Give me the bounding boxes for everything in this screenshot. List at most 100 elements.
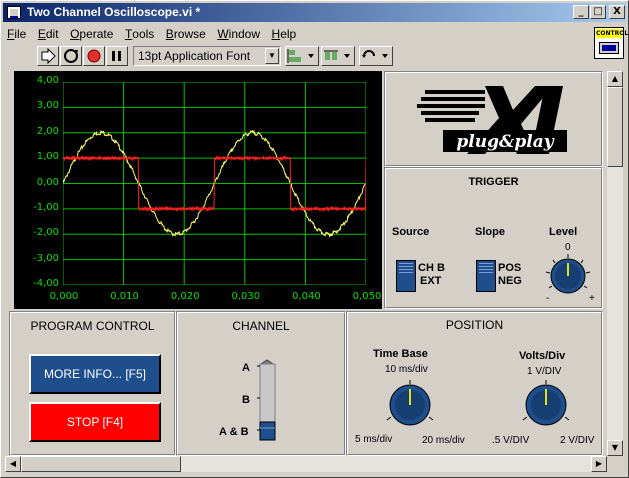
logo-text: plug&play <box>456 132 554 152</box>
menu-window[interactable]: Window <box>213 24 264 43</box>
channel-title: CHANNEL <box>232 319 290 333</box>
slope-switch[interactable] <box>476 260 496 292</box>
source-label: Source <box>392 226 430 238</box>
reorder-button[interactable] <box>359 46 393 66</box>
y-tick-label: -3,00 <box>33 252 59 264</box>
position-panel: POSITION Time Base 10 ms/div 5 ms/div 20… <box>346 311 603 456</box>
time-base-min: 5 ms/div <box>355 434 393 445</box>
title-bar[interactable]: Two Channel Oscilloscope.vi * _ □ X <box>3 3 626 22</box>
abort-button[interactable] <box>83 46 105 66</box>
y-tick-label: 0,00 <box>36 176 59 188</box>
chevron-down-icon[interactable]: ▼ <box>265 48 279 64</box>
close-button[interactable]: X <box>609 5 625 19</box>
labview-vi-icon[interactable] <box>7 6 21 19</box>
run-arrow-button[interactable] <box>37 46 59 66</box>
x-tick-label: 0,030 <box>231 291 261 302</box>
channel-panel: CHANNEL A B A & B <box>176 311 346 456</box>
channel-selector-slider[interactable] <box>257 358 281 442</box>
channel-option-a-and-b: A & B <box>219 426 249 438</box>
scroll-right-icon[interactable]: ▶ <box>591 456 607 472</box>
channel-option-b: B <box>242 394 250 406</box>
scroll-left-icon[interactable]: ◀ <box>5 456 21 472</box>
volts-div-max: 2 V/DIV <box>560 435 595 446</box>
maximize-button[interactable]: □ <box>590 5 606 19</box>
run-arrow-icon <box>41 47 56 65</box>
more-info-button[interactable]: MORE INFO... [F5] <box>29 354 161 394</box>
time-base-max: 20 ms/div <box>422 435 465 446</box>
front-panel: 4,00 3,00 2,00 1,00 0,00 -1,00 -2,00 -3,00 -4,00… <box>9 71 603 456</box>
distribute-objects-icon <box>324 50 350 60</box>
scroll-up-icon[interactable]: ▲ <box>607 71 623 87</box>
position-title: POSITION <box>445 318 504 332</box>
menu-browse[interactable]: Browse <box>162 24 210 43</box>
control-icon-label: CONTROL <box>596 29 629 38</box>
y-tick-label: 1,00 <box>36 151 59 163</box>
vertical-scrollbar[interactable]: ▲ ▼ <box>607 71 623 456</box>
horizontal-scrollbar[interactable]: ◀ ▶ <box>5 456 607 472</box>
menu-help[interactable]: Help <box>268 24 301 43</box>
menu-bar: File Edit Operate Tools Browse Window He… <box>3 24 588 44</box>
scroll-down-icon[interactable]: ▼ <box>607 440 623 456</box>
distribute-objects-button[interactable] <box>321 46 355 66</box>
run-continuously-button[interactable] <box>60 46 82 66</box>
font-dropdown[interactable]: 13pt Application Font ▼ <box>133 46 281 66</box>
volts-div-value: 1 V/DIV <box>527 366 562 377</box>
horizontal-scroll-thumb[interactable] <box>21 456 181 472</box>
align-objects-icon <box>287 49 314 63</box>
time-base-value: 10 ms/div <box>385 364 428 375</box>
y-tick-label: -4,00 <box>33 278 59 289</box>
time-base-label: Time Base <box>373 348 428 360</box>
trigger-panel: TRIGGER Source Slope Level CH B EXT POS … <box>384 167 603 309</box>
toolbar: 13pt Application Font ▼ <box>3 44 588 70</box>
level-label: Level <box>549 226 578 238</box>
menu-edit[interactable]: Edit <box>34 24 63 43</box>
reorder-icon <box>362 50 388 58</box>
abort-stop-icon <box>87 49 101 63</box>
font-dropdown-value: 13pt Application Font <box>138 49 251 63</box>
trigger-title: TRIGGER <box>468 176 519 188</box>
program-control-title: PROGRAM CONTROL <box>30 319 155 333</box>
y-tick-label: -1,00 <box>33 201 59 213</box>
x-tick-label: 0,010 <box>110 291 139 302</box>
vertical-scroll-thumb[interactable] <box>607 87 623 167</box>
time-base-knob[interactable] <box>383 378 437 430</box>
y-tick-label: -2,00 <box>33 227 59 239</box>
menu-operate[interactable]: Operate <box>66 24 117 43</box>
y-tick-label: 3,00 <box>36 100 59 112</box>
run-continuously-icon <box>64 49 78 63</box>
logo-panel: plug&play <box>384 71 603 167</box>
slope-label: Slope <box>475 226 505 238</box>
x-tick-label: 0,000 <box>49 291 79 302</box>
control-glyph-icon <box>599 42 619 54</box>
menu-tools[interactable]: Tools <box>121 24 158 43</box>
source-switch[interactable] <box>396 260 416 292</box>
level-knob[interactable] <box>543 252 593 298</box>
align-objects-button[interactable] <box>285 46 319 66</box>
slope-option-neg: NEG <box>498 275 522 287</box>
minimize-button[interactable]: _ <box>573 5 589 19</box>
volts-div-label: Volts/Div <box>519 350 566 362</box>
vi-connector-icon[interactable]: CONTROL <box>594 27 629 59</box>
x-tick-label: 0,040 <box>292 291 321 302</box>
volts-div-knob[interactable] <box>519 378 573 430</box>
x-tick-label: 0,050 <box>352 291 382 302</box>
plot-area[interactable] <box>63 82 366 285</box>
source-option-chb: CH B <box>418 262 445 274</box>
menu-file[interactable]: File <box>3 24 30 43</box>
pause-button[interactable] <box>106 46 128 66</box>
window-title: Two Channel Oscilloscope.vi * <box>27 5 201 19</box>
channel-option-a: A <box>242 362 250 374</box>
x-tick-label: 0,020 <box>170 291 200 302</box>
volts-div-min: .5 V/DIV <box>492 435 530 446</box>
program-control-panel: PROGRAM CONTROL MORE INFO... [F5] STOP [… <box>9 311 176 456</box>
waveform-graph[interactable]: 4,00 3,00 2,00 1,00 0,00 -1,00 -2,00 -3,00 -4,00… <box>14 71 382 309</box>
stop-button[interactable]: STOP [F4] <box>29 402 161 442</box>
source-option-ext: EXT <box>420 275 442 287</box>
slope-option-pos: POS <box>498 262 522 274</box>
y-tick-label: 2,00 <box>36 125 59 137</box>
scrollbar-corner <box>607 456 623 472</box>
vxi-plug-and-play-logo: plug&play <box>417 86 567 154</box>
vi-window: Two Channel Oscilloscope.vi * _ □ X File… <box>0 0 629 478</box>
y-tick-label: 4,00 <box>36 75 59 86</box>
pause-icon <box>112 51 121 61</box>
